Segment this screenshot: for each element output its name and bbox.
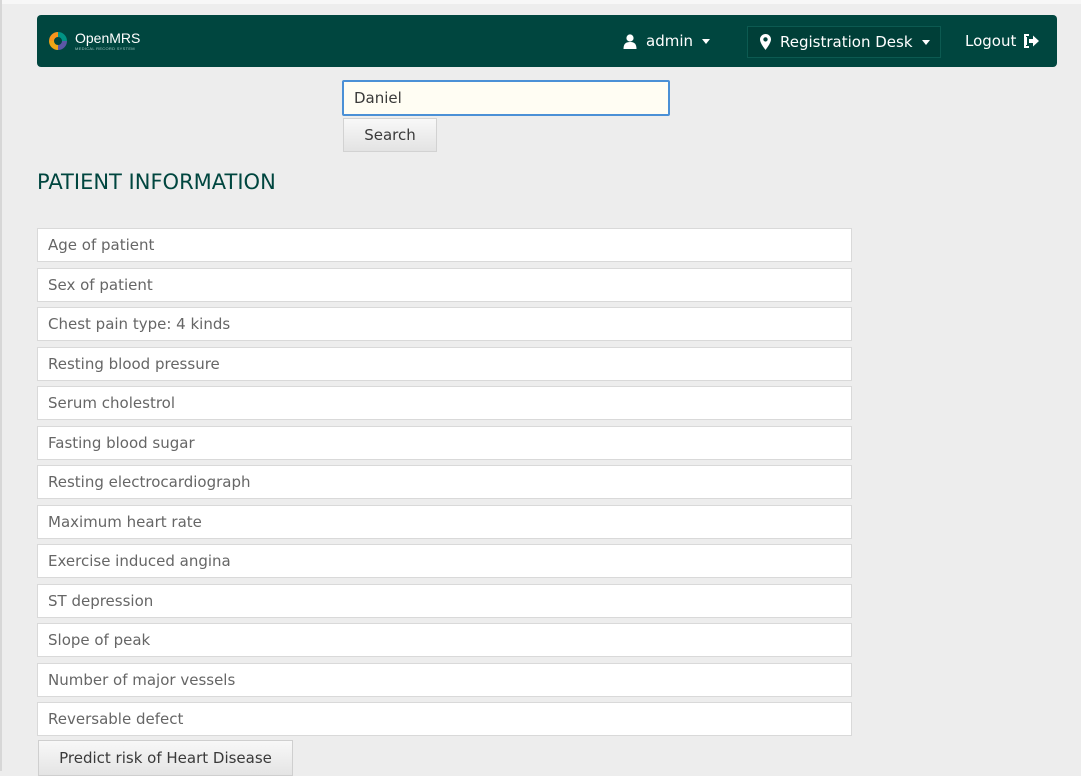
slope-of-peak-field[interactable] (37, 623, 852, 657)
st-depression-field[interactable] (37, 583, 852, 618)
top-strip (2, 0, 1081, 4)
reversable-defect-field[interactable] (37, 702, 852, 736)
location-menu-label: Registration Desk (780, 33, 913, 51)
location-menu[interactable]: Registration Desk (747, 26, 941, 58)
user-icon (623, 33, 637, 49)
logout-label: Logout (965, 32, 1017, 50)
user-menu[interactable]: admin (623, 15, 710, 67)
logo-tagline: MEDICAL RECORD SYSTEM (75, 46, 135, 51)
sex-field[interactable] (37, 267, 852, 302)
resting-ecg-field[interactable] (37, 465, 852, 499)
fasting-blood-sugar-field[interactable] (37, 425, 852, 460)
page-title: PATIENT INFORMATION (37, 170, 276, 194)
top-navbar: OpenMRS MEDICAL RECORD SYSTEM admin Regi… (37, 15, 1057, 67)
sign-out-icon (1024, 34, 1040, 48)
user-menu-label: admin (646, 32, 693, 50)
age-field[interactable] (37, 228, 852, 262)
patient-info-form (37, 228, 852, 742)
openmrs-logo-icon (47, 30, 69, 52)
search-button[interactable]: Search (343, 118, 437, 152)
openmrs-logo[interactable]: OpenMRS MEDICAL RECORD SYSTEM (47, 26, 140, 56)
resting-blood-pressure-field[interactable] (37, 346, 852, 381)
serum-cholesterol-field[interactable] (37, 386, 852, 420)
logout-link[interactable]: Logout (965, 15, 1040, 67)
chest-pain-type-field[interactable] (37, 307, 852, 341)
patient-search-input[interactable] (342, 80, 670, 116)
max-heart-rate-field[interactable] (37, 504, 852, 539)
logo-name: OpenMRS (75, 30, 141, 46)
map-marker-icon (760, 34, 771, 50)
chevron-down-icon (921, 39, 930, 45)
exercise-angina-field[interactable] (37, 544, 852, 578)
chevron-down-icon (702, 38, 710, 44)
major-vessels-field[interactable] (37, 662, 852, 697)
